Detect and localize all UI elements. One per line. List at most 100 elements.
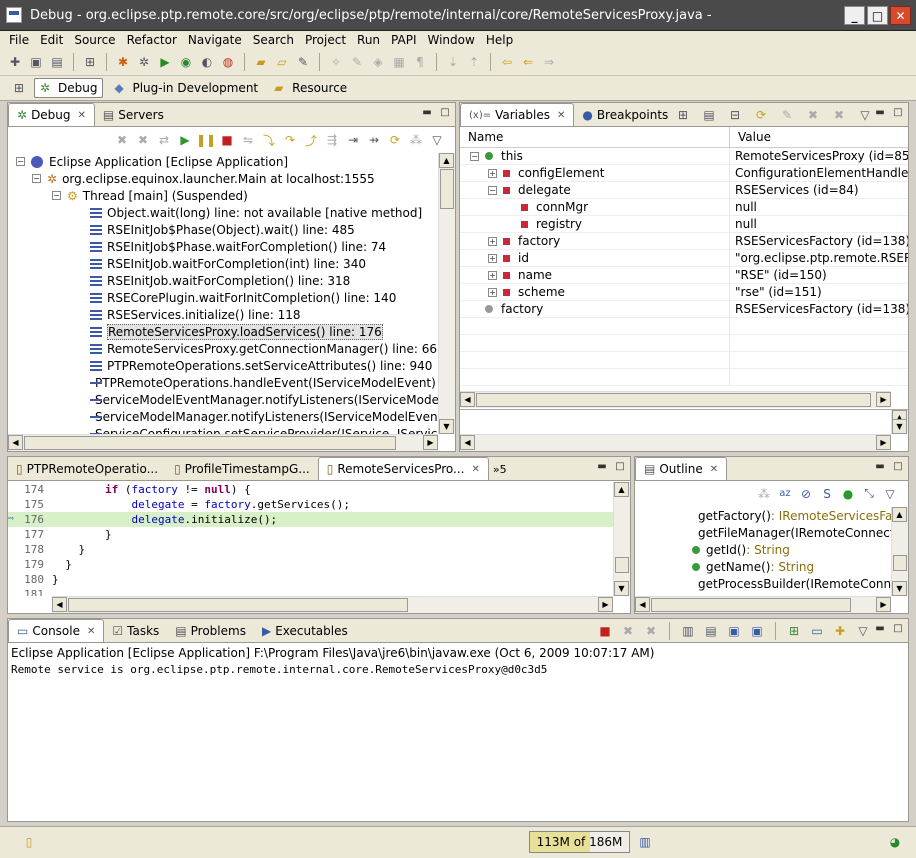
menu-search[interactable]: Search: [248, 33, 300, 47]
outline-hscroll[interactable]: ◀ ▶: [635, 596, 891, 613]
stack-frame[interactable]: RSEInitJob.waitForCompletion() line: 318: [8, 272, 438, 289]
scroll-down-icon[interactable]: ▼: [892, 581, 907, 596]
column-value[interactable]: Value: [730, 127, 908, 147]
tab-breakpoints[interactable]: ● Breakpoints: [574, 104, 676, 126]
resume-icon[interactable]: ▶: [177, 132, 193, 148]
view-menu-icon[interactable]: ▽: [429, 132, 445, 148]
menu-navigate[interactable]: Navigate: [183, 33, 248, 47]
save-icon[interactable]: ▣: [27, 53, 45, 71]
scroll-left-icon[interactable]: ◀: [8, 435, 23, 450]
new-icon[interactable]: ✚: [6, 53, 24, 71]
scroll-right-icon[interactable]: ▶: [876, 597, 891, 612]
remove-launch-icon[interactable]: ✖: [619, 622, 637, 640]
code-line[interactable]: 179 }: [8, 557, 613, 572]
disconnect-icon[interactable]: ⇋: [240, 132, 256, 148]
prev-annotation-icon[interactable]: ⇡: [465, 53, 483, 71]
remove-all-launches-icon[interactable]: ✖: [642, 622, 660, 640]
remove-all-icon[interactable]: ✖: [135, 132, 151, 148]
stack-frame[interactable]: RSECorePlugin.waitForInitCompletion() li…: [8, 289, 438, 306]
code-line[interactable]: 175 delegate = factory.getServices();: [8, 497, 613, 512]
collapse-all-icon[interactable]: ⊟: [726, 106, 744, 124]
scroll-lock-icon[interactable]: ▤: [702, 622, 720, 640]
outline-vscroll[interactable]: ▲ ▼: [891, 507, 908, 596]
menu-window[interactable]: Window: [423, 33, 481, 47]
hide-local-types-icon[interactable]: ⤡: [861, 486, 877, 502]
mark-occurrences-icon[interactable]: ✎: [348, 53, 366, 71]
code-line[interactable]: 174 if (factory != null) {: [8, 482, 613, 497]
clear-console-icon[interactable]: ▥: [679, 622, 697, 640]
scroll-thumb[interactable]: [651, 598, 851, 612]
variable-row[interactable]: + configElement ConfigurationElementHandle…: [460, 165, 908, 182]
variable-row[interactable]: + name "RSE" (id=150): [460, 267, 908, 284]
target-node[interactable]: − ✲ org.eclipse.equinox.launcher.Main at…: [8, 170, 438, 187]
column-name[interactable]: Name: [460, 127, 730, 147]
expand-icon[interactable]: +: [488, 168, 497, 178]
variable-row[interactable]: − this RemoteServicesProxy (id=85): [460, 148, 908, 165]
menu-refactor[interactable]: Refactor: [122, 33, 183, 47]
thread-node[interactable]: − ⚙ Thread [main] (Suspended): [8, 187, 438, 204]
minimize-view-icon[interactable]: ▬: [421, 107, 433, 119]
outline-item[interactable]: getProcessBuilder(IRemoteConnecti: [635, 575, 891, 592]
hide-static-icon[interactable]: S: [819, 486, 835, 502]
scroll-down-icon[interactable]: ▼: [439, 419, 454, 434]
tab-editor-1[interactable]: ▯ PTPRemoteOperatio...: [8, 458, 166, 480]
menu-edit[interactable]: Edit: [35, 33, 69, 47]
editor-tabs-overflow[interactable]: »5: [489, 458, 511, 480]
tab-tasks[interactable]: ☑ Tasks: [104, 620, 167, 642]
variable-row[interactable]: connMgr null: [460, 199, 908, 216]
block-select-icon[interactable]: ◈: [369, 53, 387, 71]
terminate-icon[interactable]: ■: [219, 132, 235, 148]
view-menu-icon[interactable]: ▽: [856, 106, 874, 124]
coverage-icon[interactable]: ◉: [177, 53, 195, 71]
drop-to-frame-icon[interactable]: ⇶: [324, 132, 340, 148]
remove-terminated-icon[interactable]: ✖: [114, 132, 130, 148]
collapse-icon[interactable]: −: [16, 157, 25, 166]
tab-console[interactable]: ▭ Console ✕: [8, 619, 105, 642]
scroll-left-icon[interactable]: ◀: [460, 435, 475, 450]
outline-item[interactable]: getFactory() : IRemoteServicesFacto: [635, 507, 891, 524]
scroll-thumb[interactable]: [893, 555, 907, 571]
variables-detail-pane[interactable]: ▲ ▼ ◀ ▶: [460, 409, 908, 451]
detail-hscroll[interactable]: ◀ ▶: [460, 434, 891, 451]
scroll-down-icon[interactable]: ▼: [892, 419, 907, 434]
scroll-thumb[interactable]: [615, 557, 629, 573]
show-on-stdout-icon[interactable]: ▣: [725, 622, 743, 640]
code-line[interactable]: 177 }: [8, 527, 613, 542]
suspend-icon[interactable]: ❚❚: [196, 132, 216, 148]
view-menu-icon[interactable]: ▽: [854, 622, 872, 640]
stack-frame[interactable]: RSEServices.initialize() line: 118: [8, 306, 438, 323]
tab-executables[interactable]: ▶ Executables: [254, 620, 356, 642]
outline-item[interactable]: getId() : String: [635, 541, 891, 558]
current-instruction-line[interactable]: ⇨ 176 delegate.initialize();: [8, 512, 613, 527]
perspective-plugin-dev[interactable]: ◆ Plug-in Development: [109, 79, 263, 97]
external-tools-icon[interactable]: ◍: [219, 53, 237, 71]
tab-variables[interactable]: (x)= Variables ✕: [460, 103, 575, 126]
search-icon[interactable]: ✎: [294, 53, 312, 71]
maximize-view-icon[interactable]: □: [892, 623, 904, 635]
stack-frame[interactable]: RSEInitJob$Phase.waitForCompletion() lin…: [8, 238, 438, 255]
menu-help[interactable]: Help: [481, 33, 519, 47]
maximize-view-icon[interactable]: □: [614, 461, 626, 473]
show-logical-icon[interactable]: ▤: [700, 106, 718, 124]
step-filter-icon[interactable]: ⇸: [366, 132, 382, 148]
connect-icon[interactable]: ⇄: [156, 132, 172, 148]
menu-papi[interactable]: PAPI: [386, 33, 422, 47]
close-button[interactable]: ✕: [890, 6, 911, 25]
annotation-icon[interactable]: ✧: [327, 53, 345, 71]
minimize-view-icon[interactable]: ▬: [874, 107, 886, 119]
perspective-resource[interactable]: ▰ Resource: [269, 79, 352, 97]
tab-problems[interactable]: ▤ Problems: [167, 620, 254, 642]
fast-view-icon[interactable]: ▯: [20, 833, 38, 851]
detail-vscroll[interactable]: ▲ ▼: [891, 410, 908, 434]
expand-icon[interactable]: +: [488, 287, 497, 297]
tab-servers[interactable]: ▤ Servers: [95, 104, 172, 126]
view-menu-icon[interactable]: ▽: [882, 486, 898, 502]
tab-outline[interactable]: ▤ Outline ✕: [635, 457, 728, 480]
variable-row[interactable]: + id "org.eclipse.ptp.remote.RSERemote: [460, 250, 908, 267]
garbage-collect-icon[interactable]: ▥: [636, 833, 654, 851]
remove-icon[interactable]: ✖: [804, 106, 822, 124]
hide-fields-icon[interactable]: ⊘: [798, 486, 814, 502]
scroll-up-icon[interactable]: ▲: [614, 482, 629, 497]
stack-frame[interactable]: RSEInitJob.waitForCompletion(int) line: …: [8, 255, 438, 272]
maximize-view-icon[interactable]: □: [892, 461, 904, 473]
